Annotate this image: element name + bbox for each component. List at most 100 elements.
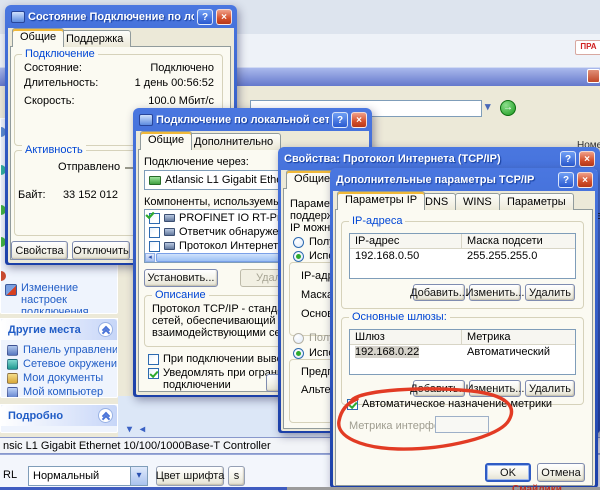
ip-addresses-table[interactable]: IP-адрес Маска подсети 192.168.0.50 255.… [349, 233, 576, 279]
tab-advanced[interactable]: Дополнительно [186, 133, 281, 150]
ip-addresses-group-label: IP-адреса [349, 215, 405, 228]
component-checkbox[interactable] [149, 227, 160, 238]
close-icon[interactable]: × [577, 172, 593, 188]
component-checkbox[interactable] [149, 241, 160, 252]
auto-metric-label: Автоматическое назначение метрики [362, 398, 552, 411]
install-button[interactable]: Установить... [144, 269, 218, 287]
selected-gateway-value: 192.168.0.22 [355, 346, 419, 358]
bytes-value: 33 152 012 [48, 189, 118, 202]
auto-ip-radio[interactable] [293, 237, 304, 248]
change-settings-icon [5, 284, 17, 296]
help-icon[interactable]: ? [332, 112, 348, 128]
gateway-edit-button[interactable]: Изменить... [469, 380, 521, 397]
description-group-label: Описание [152, 289, 209, 302]
font-color-button[interactable]: Цвет шрифта [156, 466, 224, 486]
sidebar-item-control-panel[interactable]: Панель управления [1, 343, 117, 357]
s-button[interactable]: s [228, 466, 245, 486]
smileys-link-fragment[interactable]: Смайлики [512, 483, 562, 490]
tab-wins[interactable]: WINS [455, 193, 500, 210]
properties-window-titlebar: Подключение по локальной сети - свойства… [136, 108, 369, 131]
tab-general[interactable]: Общие [140, 131, 192, 150]
gateway-remove-button[interactable]: Удалить [525, 380, 575, 397]
edit-button[interactable]: ПРА [575, 40, 600, 55]
close-icon[interactable]: × [216, 9, 232, 25]
scrollbar-thumb[interactable] [156, 253, 296, 262]
column-ip[interactable]: IP-адрес [350, 234, 462, 248]
table-row[interactable]: 192.168.0.22 Автоматический [350, 345, 575, 359]
table-header: Шлюз Метрика [350, 330, 575, 345]
auto-dns-radio [293, 333, 304, 344]
advanced-window-title: Дополнительные параметры TCP/IP [336, 174, 555, 186]
network-places-icon [7, 359, 18, 370]
column-metric[interactable]: Метрика [462, 330, 575, 344]
change-settings-link[interactable]: Изменение настроек подключения [21, 282, 115, 314]
status-window-title: Состояние Подключение по локальной сети [28, 11, 194, 23]
address-dropdown-icon[interactable]: ▾ [485, 101, 491, 114]
notify-label-line2: подключении [163, 379, 231, 392]
tab-support[interactable]: Поддержка [58, 30, 131, 47]
sidebar-item-label: Мои документы [23, 372, 103, 384]
status-value: Подключено [98, 62, 214, 75]
help-icon[interactable]: ? [558, 172, 574, 188]
help-icon[interactable]: ? [197, 9, 213, 25]
gateways-table[interactable]: Шлюз Метрика 192.168.0.22 Автоматический [349, 329, 576, 375]
chevron-up-icon[interactable] [98, 408, 113, 423]
tab-general[interactable]: Общие [12, 28, 64, 47]
desktop: ПРА ▾ → Номер т ▾ ◂ nsic L1 Gigabit Ethe… [0, 0, 600, 490]
speed-label: Скорость: [24, 95, 75, 108]
ip-add-button[interactable]: Добавить... [413, 284, 465, 301]
notify-checkbox[interactable] [148, 368, 159, 379]
connect-via-label: Подключение через: [144, 156, 249, 169]
details-header[interactable]: Подробно [1, 405, 117, 426]
network-connection-icon [139, 114, 153, 126]
gateway-cell: 192.168.0.22 [350, 345, 462, 359]
other-places-header[interactable]: Другие места [1, 319, 117, 340]
show-icon-checkbox[interactable] [148, 354, 159, 365]
disconnect-button[interactable]: Отключить [72, 241, 130, 260]
nic-icon [149, 176, 161, 185]
manual-dns-radio[interactable] [293, 348, 304, 359]
font-style-select[interactable]: Нормальный ▾ [28, 466, 148, 486]
sidebar-item-network[interactable]: Сетевое окружение [1, 357, 117, 371]
scroll-left-icon[interactable]: ◂ [140, 423, 145, 436]
font-style-value: Нормальный [33, 470, 99, 483]
cancel-button[interactable]: Отмена [537, 463, 585, 482]
column-gateway[interactable]: Шлюз [350, 330, 462, 344]
url-button-fragment[interactable]: RL [3, 469, 17, 482]
ip-remove-button[interactable]: Удалить [525, 284, 575, 301]
details-title: Подробно [8, 410, 63, 422]
interface-metric-input [435, 416, 489, 433]
close-icon[interactable]: × [579, 151, 595, 167]
tcpip-window-titlebar: Свойства: Протокол Интернета (TCP/IP) ? … [281, 147, 597, 170]
table-row[interactable]: 192.168.0.50 255.255.255.0 [350, 249, 575, 263]
scroll-left-arrow[interactable]: ◂ [145, 253, 155, 262]
sidebar-item-label: Панель управления [23, 344, 118, 356]
ip-edit-button[interactable]: Изменить... [469, 284, 521, 301]
network-connection-icon [11, 11, 25, 23]
ok-button[interactable]: OK [485, 463, 531, 482]
tab-ip-settings[interactable]: Параметры IP [337, 191, 425, 210]
sidebar-item-computer[interactable]: Мой компьютер [1, 385, 117, 398]
manual-ip-radio[interactable] [293, 251, 304, 262]
tab-options[interactable]: Параметры [499, 193, 574, 210]
connection-group-label: Подключение [22, 48, 98, 61]
background-close-icon[interactable] [587, 69, 600, 83]
go-button[interactable]: → [500, 100, 516, 116]
sidebar-item-documents[interactable]: Мои документы [1, 371, 117, 385]
protocol-icon [164, 228, 175, 236]
properties-window-title: Подключение по локальной сети - свойства [156, 114, 329, 126]
column-mask[interactable]: Маска подсети [462, 234, 575, 248]
protocol-icon [164, 242, 175, 250]
properties-button[interactable]: Свойства [11, 241, 68, 260]
status-bar-text: nsic L1 Gigabit Ethernet 10/100/1000Base… [3, 440, 271, 453]
scroll-down-icon[interactable]: ▾ [127, 423, 132, 436]
chevron-up-icon[interactable] [98, 322, 113, 337]
gateways-group-label: Основные шлюзы: [349, 311, 450, 324]
gateway-add-button[interactable]: Добавить... [413, 380, 465, 397]
help-icon[interactable]: ? [560, 151, 576, 167]
auto-metric-checkbox[interactable] [347, 399, 358, 410]
font-style-dropdown-icon[interactable]: ▾ [130, 467, 147, 485]
duration-value: 1 день 00:56:52 [98, 77, 214, 90]
other-places-title: Другие места [8, 324, 81, 336]
close-icon[interactable]: × [351, 112, 367, 128]
